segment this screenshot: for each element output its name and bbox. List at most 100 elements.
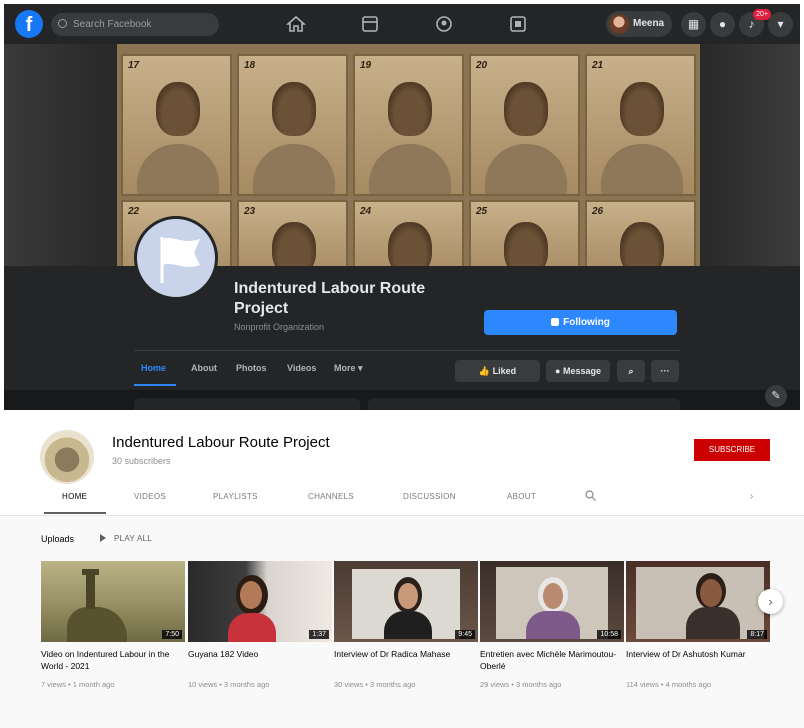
tab-photos[interactable]: Photos (236, 363, 267, 373)
video-meta: 114 views • 4 months ago (626, 680, 712, 689)
facebook-logo-icon[interactable]: f (15, 10, 43, 38)
search-icon[interactable] (585, 490, 596, 501)
divider (134, 350, 680, 351)
profile-button[interactable]: Meena (606, 11, 672, 37)
tab-discussion[interactable]: DISCUSSION (403, 492, 456, 501)
channel-avatar[interactable] (40, 430, 94, 484)
video-title[interactable]: Interview of Dr Radica Mahase (334, 648, 478, 672)
play-icon (100, 534, 106, 542)
pages-nav-icon[interactable] (359, 13, 381, 35)
liked-button[interactable]: 👍 Liked (455, 360, 540, 382)
tab-channels[interactable]: CHANNELS (308, 492, 354, 501)
portrait-number: 18 (244, 60, 256, 71)
portrait-head (620, 222, 664, 266)
portrait-body (601, 144, 683, 194)
portrait-head (620, 82, 664, 136)
video-card[interactable]: 8:17 Interview of Dr Ashutosh Kumar 114 … (626, 561, 770, 689)
cover-area: 17 18 19 20 21 22 23 24 25 26 (4, 44, 800, 266)
video-thumbnail[interactable]: 10:58 (480, 561, 624, 642)
video-thumbnail[interactable]: 7:50 (41, 561, 185, 642)
cover-portrait: 23 (237, 200, 348, 266)
intro-card (134, 398, 360, 410)
play-all-button[interactable]: PLAY ALL (100, 534, 152, 543)
page-profile-picture[interactable] (134, 216, 218, 300)
tab-videos[interactable]: Videos (287, 363, 316, 373)
video-thumbnail[interactable]: 1:37 (188, 561, 332, 642)
channel-name: Indentured Labour Route Project (112, 434, 330, 451)
flag-icon (160, 237, 200, 283)
search-page-icon[interactable]: ⌕ (617, 360, 645, 382)
active-tab-indicator (44, 512, 106, 514)
channel-header: Indentured Labour Route Project 30 subsc… (0, 413, 804, 515)
menu-grid-icon[interactable]: ▦ (681, 12, 706, 37)
active-tab-indicator (134, 384, 176, 386)
subscribe-button[interactable]: SUBSCRIBE (694, 439, 770, 461)
chevron-right-icon[interactable]: › (750, 491, 753, 502)
tab-more[interactable]: More ▾ (334, 363, 363, 374)
portrait-number: 24 (360, 206, 372, 217)
tab-about[interactable]: ABOUT (507, 492, 536, 501)
page-category: Nonprofit Organization (234, 322, 325, 332)
tab-home[interactable]: HOME (62, 492, 87, 501)
portrait-number: 23 (244, 206, 256, 217)
portrait-number: 17 (128, 60, 140, 71)
video-card[interactable]: 7:50 Video on Indentured Labour in the W… (41, 561, 185, 689)
video-title[interactable]: Video on Indentured Labour in the World … (41, 648, 185, 672)
search-placeholder: Search Facebook (73, 19, 152, 30)
tab-videos[interactable]: VIDEOS (134, 492, 166, 501)
divider (0, 515, 804, 516)
cover-portrait: 17 (121, 54, 232, 196)
video-meta: 29 views • 3 months ago (480, 680, 562, 689)
portrait-number: 22 (128, 206, 140, 217)
portrait-head (272, 82, 316, 136)
gaming-nav-icon[interactable] (507, 13, 529, 35)
portrait-number: 25 (476, 206, 488, 217)
video-duration: 7:50 (162, 630, 182, 639)
more-options-icon[interactable]: ··· (651, 360, 679, 382)
groups-nav-icon[interactable] (433, 13, 455, 35)
post-composer-card[interactable] (368, 398, 680, 410)
portrait-number: 21 (592, 60, 604, 71)
tab-playlists[interactable]: PLAYLISTS (213, 492, 258, 501)
page-title: Indentured Labour Route Project (234, 280, 426, 317)
following-button[interactable]: Following (484, 310, 677, 335)
following-label: Following (563, 317, 610, 328)
facebook-top-bar: f Search Facebook Meena ▦ ● ♪ 20+ ▾ (4, 4, 800, 44)
next-arrow-icon[interactable]: › (758, 589, 783, 614)
portrait-number: 26 (592, 206, 604, 217)
edit-icon[interactable]: ✎ (765, 385, 787, 407)
portrait-body (485, 144, 567, 194)
avatar (609, 14, 629, 34)
account-chevron-icon[interactable]: ▾ (768, 12, 793, 37)
video-card[interactable]: 1:37 Guyana 182 Video 10 views • 3 month… (188, 561, 332, 689)
video-thumbnail[interactable]: 9:45 (334, 561, 478, 642)
portrait-number: 19 (360, 60, 372, 71)
play-all-label: PLAY ALL (114, 534, 153, 543)
portrait-head (272, 222, 316, 266)
video-meta: 7 views • 1 month ago (41, 680, 115, 689)
video-card[interactable]: 10:58 Entretien avec Michèle Marimoutou-… (480, 561, 624, 689)
portrait-head (388, 222, 432, 266)
search-icon (58, 19, 67, 28)
subscriber-count: 30 subscribers (112, 456, 171, 466)
section-title: Uploads (41, 534, 75, 544)
video-title[interactable]: Entretien avec Michèle Marimoutou-Oberlé (480, 648, 624, 672)
tab-about[interactable]: About (191, 363, 217, 373)
video-card[interactable]: 9:45 Interview of Dr Radica Mahase 30 vi… (334, 561, 478, 689)
cover-portrait: 19 (353, 54, 464, 196)
message-button[interactable]: ● Message (546, 360, 610, 382)
video-meta: 10 views • 3 months ago (188, 680, 270, 689)
home-nav-icon[interactable] (285, 13, 307, 35)
facebook-page-screenshot: f Search Facebook Meena ▦ ● ♪ 20+ ▾ 17 18… (4, 4, 800, 410)
cover-portrait: 24 (353, 200, 464, 266)
cover-portrait: 26 (585, 200, 696, 266)
facebook-search-input[interactable]: Search Facebook (51, 13, 219, 36)
cover-portrait: 21 (585, 54, 696, 196)
video-title[interactable]: Interview of Dr Ashutosh Kumar (626, 648, 770, 672)
portrait-head (504, 82, 548, 136)
video-title[interactable]: Guyana 182 Video (188, 648, 332, 672)
messenger-icon[interactable]: ● (710, 12, 735, 37)
tab-home[interactable]: Home (141, 363, 166, 373)
video-duration: 10:58 (597, 630, 621, 639)
video-thumbnail[interactable]: 8:17 (626, 561, 770, 642)
